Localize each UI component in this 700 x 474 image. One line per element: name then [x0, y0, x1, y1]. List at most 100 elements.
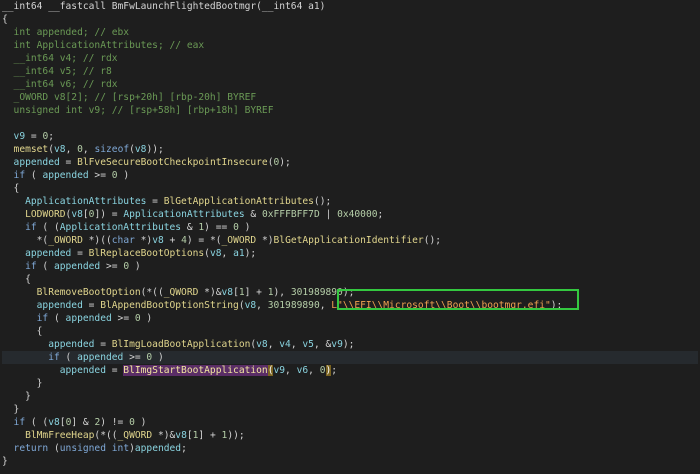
code-token: ) [238, 222, 251, 233]
code-token: >= [111, 313, 135, 324]
code-token: BlFveSecureBootCheckpointInsecure [77, 157, 268, 168]
code-token: _OWORD [48, 235, 83, 246]
code-line[interactable]: return (unsigned int)appended; [2, 442, 698, 455]
code-token: return [2, 443, 49, 454]
code-token: ); [279, 157, 291, 168]
pseudocode-view[interactable]: __int64 __fastcall BmFwLaunchFlightedBoo… [2, 0, 698, 474]
code-token: ( [59, 352, 78, 363]
code-line[interactable]: { [2, 325, 698, 338]
code-line[interactable] [2, 117, 698, 130]
code-token: { [2, 326, 43, 337]
code-line[interactable]: __int64 v5; // r8 [2, 65, 698, 78]
code-line[interactable]: __int64 __fastcall BmFwLaunchFlightedBoo… [2, 0, 698, 13]
code-token: = [94, 339, 112, 350]
code-token: >= [100, 261, 124, 272]
code-line[interactable]: *(_OWORD *)((char *)v8 + 4) = *(_OWORD *… [2, 234, 698, 247]
code-token: v6 [296, 365, 309, 376]
code-token: appended [134, 443, 182, 454]
code-token: appended [2, 157, 60, 168]
code-line[interactable]: appended = BlReplaceBootOptions(v8, a1); [2, 247, 698, 260]
code-token: ; [48, 131, 54, 142]
code-token: 301989890 [290, 287, 343, 298]
code-token: v8 [48, 417, 60, 428]
code-token: *)(( [82, 235, 112, 246]
code-line[interactable]: if ( appended >= 0 ) [2, 169, 698, 182]
code-line[interactable]: appended = BlFveSecureBootCheckpointInse… [2, 156, 698, 169]
code-token: ( ( [25, 417, 49, 428]
code-token: , [82, 144, 95, 155]
code-line[interactable]: __int64 v4; // rdx [2, 52, 698, 65]
code-line[interactable]: } [2, 377, 698, 390]
code-token: v9 [273, 365, 286, 376]
code-token: if [2, 417, 26, 428]
code-token: _QWORD [163, 287, 199, 298]
code-token: appended [2, 300, 83, 311]
code-line[interactable]: memset(v8, 0, sizeof(v8)); [2, 143, 698, 156]
code-line[interactable]: if ( (ApplicationAttributes & 1) == 0 ) [2, 221, 698, 234]
code-token: v8 [152, 235, 164, 246]
code-line[interactable]: unsigned int v9; // [rsp+58h] [rbp+18h] … [2, 104, 698, 117]
code-line[interactable]: ApplicationAttributes = BlGetApplication… [2, 195, 698, 208]
code-token: v8 [71, 209, 83, 220]
code-token: v9 [331, 339, 343, 350]
code-token: v9 [2, 131, 26, 142]
code-token: (); [313, 196, 332, 207]
code-line[interactable]: if ( (v8[0] & 2) != 0 ) [2, 416, 698, 429]
code-line[interactable]: if ( appended >= 0 ) [2, 312, 698, 325]
code-token: | [319, 209, 338, 220]
code-token: *)& [152, 430, 176, 441]
code-token: ( [25, 170, 43, 181]
code-line[interactable]: } [2, 455, 698, 468]
code-token: BlAppendBootOptionString [100, 300, 239, 311]
code-line[interactable]: __int64 v6; // rdx [2, 78, 698, 91]
code-token: a1 [233, 248, 245, 259]
code-token: appended [2, 339, 95, 350]
code-token: } [2, 404, 20, 415]
code-line[interactable]: } [2, 403, 698, 416]
code-token: v8 [256, 339, 268, 350]
code-token: ( [48, 313, 66, 324]
code-token: { [2, 14, 8, 25]
code-token: } [2, 378, 43, 389]
code-token: appended [2, 248, 72, 259]
code-line[interactable]: BlMmFreeHeap(*((_QWORD *)&v8[1] + 1)); [2, 429, 698, 442]
code-token: ; [377, 209, 384, 220]
code-line[interactable]: int appended; // ebx [2, 26, 698, 39]
code-token: int appended; // ebx [2, 27, 130, 38]
code-line[interactable]: appended = BlImgStartBootApplication(v9,… [2, 364, 698, 377]
code-token: 0xFFFBFF7D [261, 209, 320, 220]
code-token: appended [42, 170, 89, 181]
code-token: BlImgLoadBootApplication [111, 339, 251, 350]
code-token: __int64 v5; // r8 [2, 66, 112, 77]
code-token: , & [313, 339, 332, 350]
code-token: 0x40000 [337, 209, 378, 220]
code-token: = [25, 131, 43, 142]
code-token: ); [342, 339, 355, 350]
code-token: ), [273, 287, 291, 298]
code-token: ) != [100, 417, 130, 428]
code-line[interactable]: } [2, 390, 698, 403]
code-token: ] + [244, 287, 268, 298]
code-token: BlReplaceBootOptions [88, 248, 205, 259]
code-token: if [2, 261, 37, 272]
code-token: if [2, 170, 26, 181]
code-line[interactable]: v9 = 0; [2, 130, 698, 143]
code-line[interactable]: { [2, 273, 698, 286]
code-token: ) [140, 313, 153, 324]
code-line[interactable]: { [2, 13, 698, 26]
code-token: (); [423, 235, 442, 246]
code-line[interactable]: int ApplicationAttributes; // eax [2, 39, 698, 52]
code-line[interactable]: appended = BlImgLoadBootApplication(v8, … [2, 338, 698, 351]
code-token: _QWORD [117, 430, 153, 441]
code-line[interactable]: { [2, 182, 698, 195]
code-token: v8 [209, 248, 222, 259]
code-token: char [111, 235, 135, 246]
code-line[interactable]: _OWORD v8[2]; // [rsp+20h] [rbp-20h] BYR… [2, 91, 698, 104]
code-token: if [2, 352, 60, 363]
code-token: } [2, 391, 31, 402]
code-token: ); [244, 248, 257, 259]
code-line[interactable]: if ( appended >= 0 ) [2, 260, 698, 273]
code-line[interactable]: LODWORD(v8[0]) = ApplicationAttributes &… [2, 208, 698, 221]
code-token: + [163, 235, 182, 246]
code-line[interactable]: if ( appended >= 0 ) [2, 351, 698, 364]
